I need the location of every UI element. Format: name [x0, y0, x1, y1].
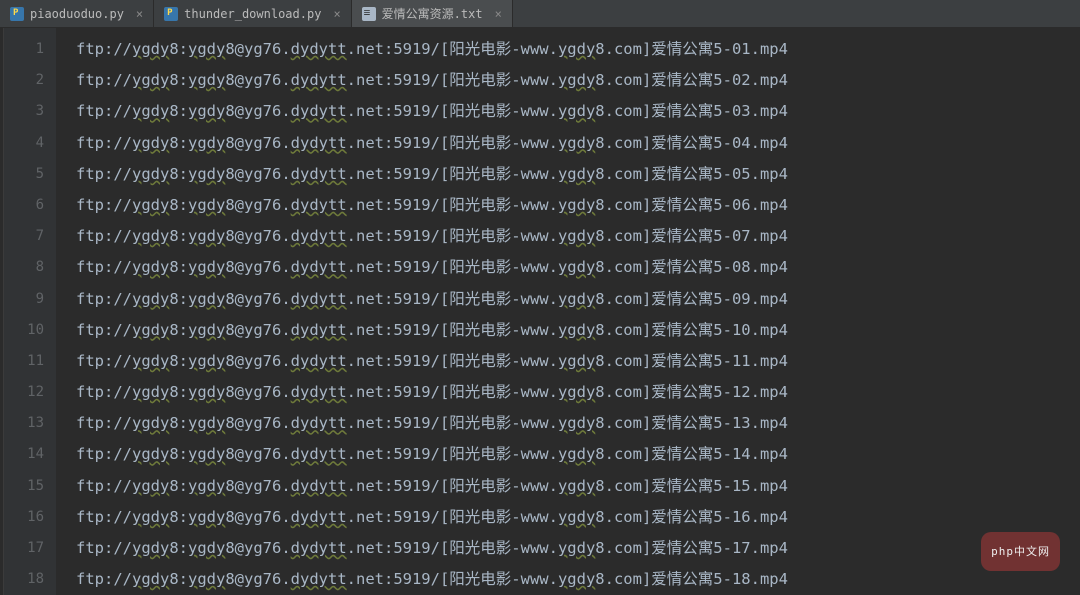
code-line[interactable]: ftp://ygdy8:ygdy8@yg76.dydytt.net:5919/[…: [76, 315, 1080, 346]
close-icon[interactable]: ×: [333, 7, 340, 21]
python-file-icon: [10, 7, 24, 21]
code-line[interactable]: ftp://ygdy8:ygdy8@yg76.dydytt.net:5919/[…: [76, 502, 1080, 533]
line-number: 12: [4, 377, 44, 408]
tab-label: 爱情公寓资源.txt: [382, 5, 483, 22]
close-icon[interactable]: ×: [495, 7, 502, 21]
line-number: 17: [4, 533, 44, 564]
close-icon[interactable]: ×: [136, 7, 143, 21]
line-number: 3: [4, 96, 44, 127]
code-line[interactable]: ftp://ygdy8:ygdy8@yg76.dydytt.net:5919/[…: [76, 408, 1080, 439]
editor-tab[interactable]: 爱情公寓资源.txt ×: [352, 0, 513, 27]
line-number: 8: [4, 252, 44, 283]
line-number: 1: [4, 34, 44, 65]
code-line[interactable]: ftp://ygdy8:ygdy8@yg76.dydytt.net:5919/[…: [76, 346, 1080, 377]
python-file-icon: [164, 7, 178, 21]
code-line[interactable]: ftp://ygdy8:ygdy8@yg76.dydytt.net:5919/[…: [76, 190, 1080, 221]
line-number: 14: [4, 439, 44, 470]
code-line[interactable]: ftp://ygdy8:ygdy8@yg76.dydytt.net:5919/[…: [76, 252, 1080, 283]
code-line[interactable]: ftp://ygdy8:ygdy8@yg76.dydytt.net:5919/[…: [76, 439, 1080, 470]
text-editor[interactable]: ftp://ygdy8:ygdy8@yg76.dydytt.net:5919/[…: [56, 28, 1080, 595]
code-line[interactable]: ftp://ygdy8:ygdy8@yg76.dydytt.net:5919/[…: [76, 377, 1080, 408]
line-number: 7: [4, 221, 44, 252]
code-line[interactable]: ftp://ygdy8:ygdy8@yg76.dydytt.net:5919/[…: [76, 533, 1080, 564]
code-line[interactable]: ftp://ygdy8:ygdy8@yg76.dydytt.net:5919/[…: [76, 159, 1080, 190]
code-line[interactable]: ftp://ygdy8:ygdy8@yg76.dydytt.net:5919/[…: [76, 65, 1080, 96]
line-number: 4: [4, 128, 44, 159]
line-number: 10: [4, 315, 44, 346]
line-number: 6: [4, 190, 44, 221]
tab-label: piaoduoduo.py: [30, 7, 124, 21]
code-line[interactable]: ftp://ygdy8:ygdy8@yg76.dydytt.net:5919/[…: [76, 284, 1080, 315]
line-number: 16: [4, 502, 44, 533]
line-number: 18: [4, 564, 44, 595]
line-number: 5: [4, 159, 44, 190]
line-number: 13: [4, 408, 44, 439]
editor-tab[interactable]: piaoduoduo.py ×: [0, 0, 154, 27]
editor-tab-bar: piaoduoduo.py×thunder_download.py×爱情公寓资源…: [0, 0, 1080, 28]
line-number: 2: [4, 65, 44, 96]
code-line[interactable]: ftp://ygdy8:ygdy8@yg76.dydytt.net:5919/[…: [76, 221, 1080, 252]
text-file-icon: [362, 7, 376, 21]
line-number: 11: [4, 346, 44, 377]
editor-area: 123456789101112131415161718 ftp://ygdy8:…: [0, 28, 1080, 595]
line-number: 9: [4, 284, 44, 315]
code-line[interactable]: ftp://ygdy8:ygdy8@yg76.dydytt.net:5919/[…: [76, 128, 1080, 159]
line-number-gutter[interactable]: 123456789101112131415161718: [4, 28, 56, 595]
code-line[interactable]: ftp://ygdy8:ygdy8@yg76.dydytt.net:5919/[…: [76, 564, 1080, 595]
line-number: 15: [4, 471, 44, 502]
code-line[interactable]: ftp://ygdy8:ygdy8@yg76.dydytt.net:5919/[…: [76, 471, 1080, 502]
code-line[interactable]: ftp://ygdy8:ygdy8@yg76.dydytt.net:5919/[…: [76, 96, 1080, 127]
code-line[interactable]: ftp://ygdy8:ygdy8@yg76.dydytt.net:5919/[…: [76, 34, 1080, 65]
tab-label: thunder_download.py: [184, 7, 321, 21]
watermark-badge: php中文网: [981, 532, 1060, 571]
editor-tab[interactable]: thunder_download.py ×: [154, 0, 352, 27]
